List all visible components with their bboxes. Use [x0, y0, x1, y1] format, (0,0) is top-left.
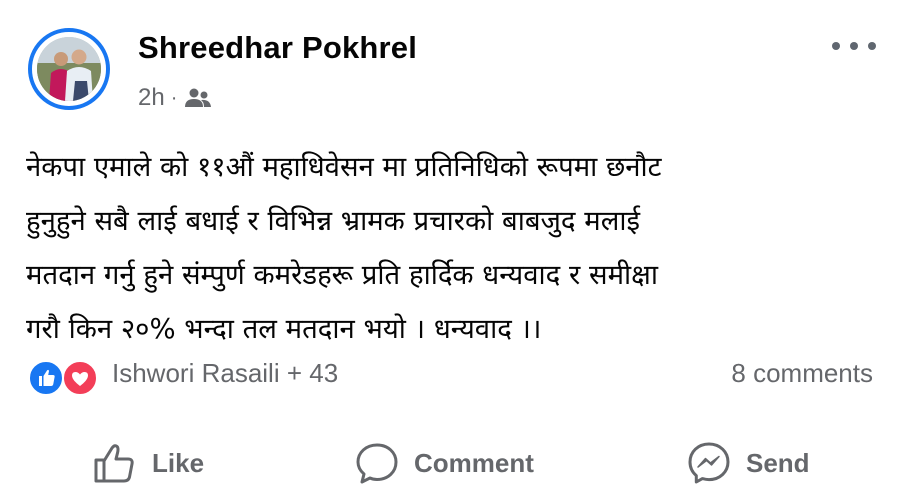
author-name[interactable]: Shreedhar Pokhrel [138, 30, 417, 66]
love-reaction-icon [62, 360, 98, 396]
comment-icon [356, 443, 398, 484]
post-header: Shreedhar Pokhrel 2h · [0, 0, 900, 130]
comment-label: Comment [414, 447, 534, 478]
like-label: Like [152, 447, 205, 478]
post-time[interactable]: 2h [138, 84, 165, 112]
comment-button[interactable]: Comment [354, 436, 534, 490]
post-meta: 2h · [138, 84, 213, 112]
meta-separator: · [170, 86, 178, 109]
thumbs-up-icon [94, 444, 134, 483]
comments-count[interactable]: 8 comments [731, 358, 873, 389]
messenger-icon [688, 442, 730, 484]
avatar-photo [37, 37, 101, 101]
reaction-names[interactable]: Ishwori Rasaili + 43 [112, 358, 338, 389]
reaction-icons[interactable] [28, 360, 98, 396]
action-bar: Like Comment Send [0, 430, 900, 496]
like-button[interactable]: Like [92, 436, 204, 490]
avatar[interactable] [28, 28, 110, 110]
like-reaction-icon [28, 360, 64, 396]
send-button[interactable]: Send [686, 436, 810, 490]
send-label: Send [746, 447, 810, 478]
reactions-bar: Ishwori Rasaili + 43 8 comments [28, 356, 873, 396]
more-options-icon [832, 38, 876, 54]
friends-icon [185, 88, 212, 107]
post-text: नेकपा एमाले को ११औं महाधिवेसन मा प्रतिनि… [26, 151, 662, 345]
